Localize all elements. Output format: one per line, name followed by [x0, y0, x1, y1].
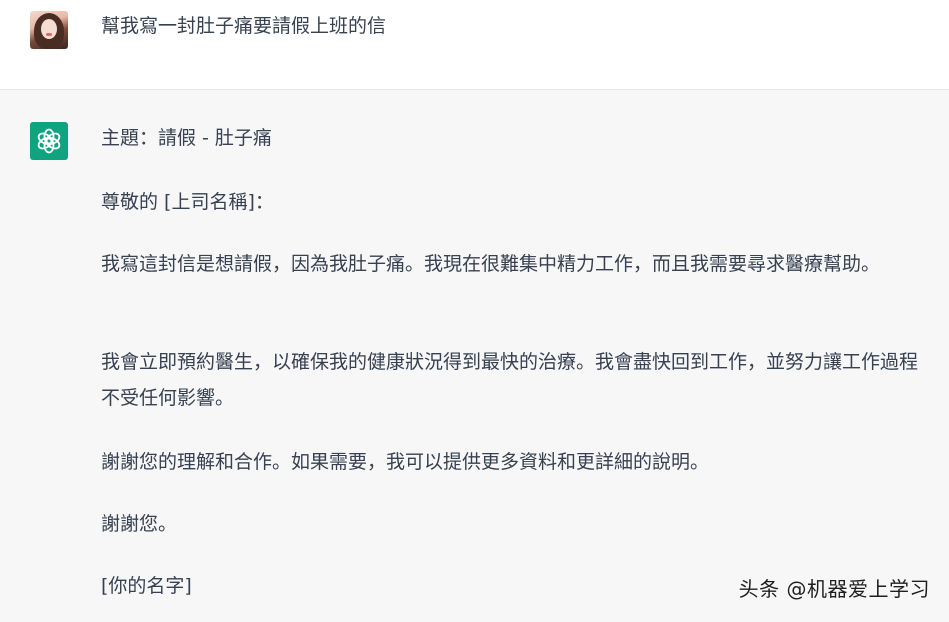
letter-closing: 謝謝您。: [101, 513, 178, 535]
letter-subject: 主題：請假 - 肚子痛: [101, 127, 272, 149]
letter-paragraph-2: 我會立即預約醫生，以確保我的健康狀況得到最快的治療。我會盡快回到工作，並努力讓工…: [101, 351, 919, 409]
chatgpt-logo-icon: [30, 122, 68, 160]
letter-paragraph-1: 我寫這封信是想請假，因為我肚子痛。我現在很難集中精力工作，而且我需要尋求醫療幫助…: [101, 253, 881, 275]
user-message-row: 幫我寫一封肚子痛要請假上班的信: [0, 0, 949, 90]
watermark: 头条 @机器爱上学习: [738, 577, 930, 601]
user-avatar: [30, 11, 68, 49]
letter-greeting: 尊敬的 [上司名稱]：: [101, 191, 274, 213]
letter-paragraph-3: 謝謝您的理解和合作。如果需要，我可以提供更多資料和更詳細的說明。: [101, 451, 710, 473]
user-message-text: 幫我寫一封肚子痛要請假上班的信: [101, 15, 387, 37]
